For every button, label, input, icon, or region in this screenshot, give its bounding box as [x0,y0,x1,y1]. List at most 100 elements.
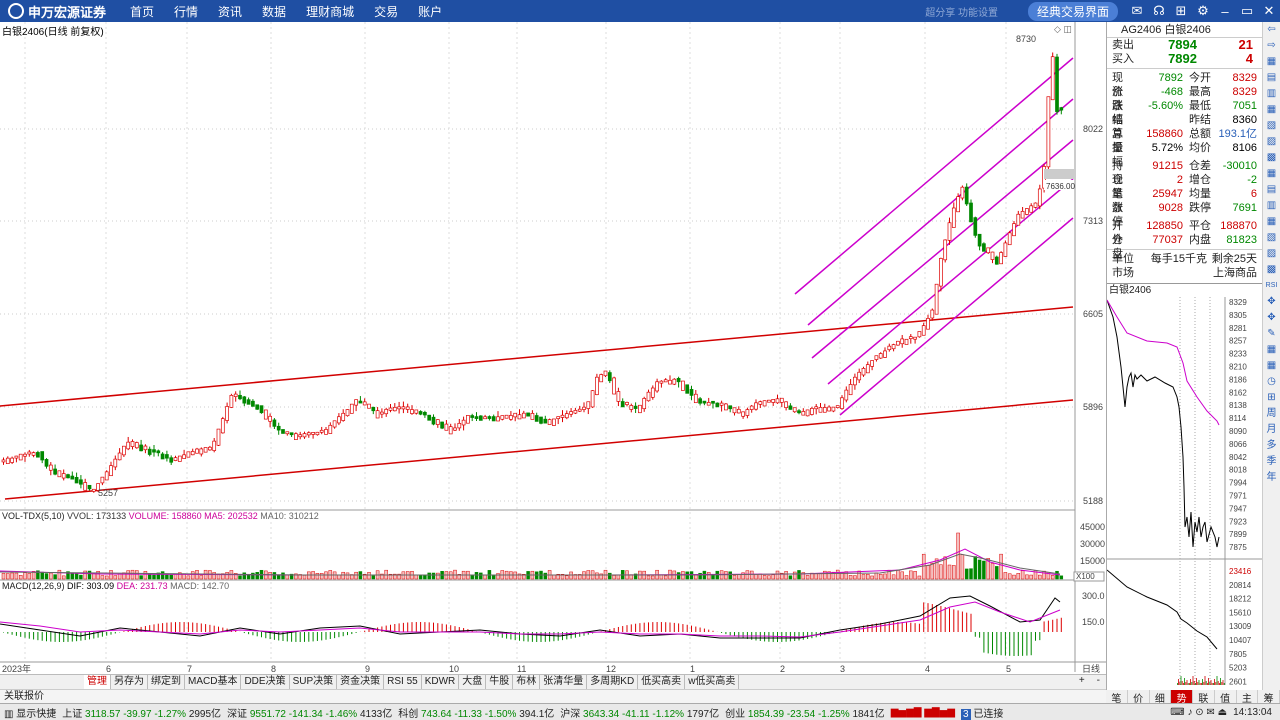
toolbar-icon-6[interactable]: ▧ [1263,118,1280,134]
minimize-icon[interactable]: – [1214,4,1236,19]
sell-row: 卖出 7894 21 [1107,38,1262,52]
toolbar-icon-15[interactable]: ▩ [1263,262,1280,278]
connection-status[interactable]: 3 已连接 [961,705,1003,720]
headset-icon[interactable]: ☊ [1148,3,1170,19]
tab-fund[interactable]: 资金决策 [337,675,385,689]
tab-macd-basic[interactable]: MACD基本 [185,675,242,689]
volume-bar [6,573,10,580]
toolbar-icon-4[interactable]: ▥ [1263,86,1280,102]
toolbar-icon-7[interactable]: ▨ [1263,134,1280,150]
tab-boll[interactable]: 布林 [513,675,541,689]
nav-trade[interactable]: 交易 [364,3,408,20]
month-9: 9 [365,664,370,674]
tab-rsi[interactable]: RSI 55 [384,675,422,689]
nav-market[interactable]: 行情 [164,3,208,20]
ptab-chou[interactable]: 筹 [1258,690,1280,705]
tab-low-buy[interactable]: 低买高卖 [638,675,686,689]
nav-home[interactable]: 首页 [120,3,164,20]
classic-trade-button[interactable]: 经典交易界面 [1027,1,1118,21]
toolbar-icon-1[interactable]: ⇨ [1263,38,1280,54]
toolbar-icon-26[interactable]: 多 [1263,438,1280,454]
tab-market[interactable]: 大盘 [459,675,487,689]
candle-body [315,431,320,436]
quote-value: 8329 [1232,72,1257,84]
toolbar-icon-16[interactable]: RSI [1263,278,1280,294]
volume-bar [646,575,651,580]
maximize-icon[interactable]: ▭ [1236,3,1258,19]
tab-manage[interactable]: 管理 [84,675,111,689]
tab-bind-to[interactable]: 绑定到 [148,675,185,689]
nav-account[interactable]: 账户 [408,3,452,20]
nav-news[interactable]: 资讯 [208,3,252,20]
close-icon[interactable]: ✕ [1258,3,1280,19]
link-quote-bar[interactable]: 关联报价 [0,689,1106,703]
index-hs[interactable]: 沪深 3643.34 -41.11 -1.12% 1797亿 [560,705,719,720]
tab-multi-kd[interactable]: 多周期KD [587,675,639,689]
nav-wealth[interactable]: 理财商城 [296,3,364,20]
toolbar-icon-5[interactable]: ▦ [1263,102,1280,118]
index-sh[interactable]: 上证 3118.57 -39.97 -1.27% 2995亿 [62,705,221,720]
toolbar-icon-14[interactable]: ▨ [1263,246,1280,262]
tab-save-as[interactable]: 另存为 [111,675,148,689]
toolbar-icon-2[interactable]: ▦ [1263,54,1280,70]
toolbar-icon-0[interactable]: ⇦ [1263,22,1280,38]
macd-indicator-name[interactable]: MACD(12,26,9) [2,581,65,591]
mini-chart-svg[interactable]: 8329 8305 8281 8257 8233 8210 8186 8162 8138 8114… [1106,297,1263,686]
tab-w-low-buy[interactable]: w低买高卖 [685,675,740,689]
toolbar-icon-20[interactable]: ▦ [1263,342,1280,358]
volume-bar [939,564,943,580]
ptab-zhi[interactable]: 值 [1215,690,1237,705]
toolbar-icon-28[interactable]: 年 [1263,470,1280,486]
toolbar-icon-13[interactable]: ▧ [1263,230,1280,246]
candle-body [534,415,539,422]
chart-svg[interactable]: 8022 7313 6605 5896 5188 45000 30000 150… [0,22,1106,674]
link-quote-label[interactable]: 关联报价 [4,691,44,702]
toolbar-icon-18[interactable]: ✥ [1263,310,1280,326]
vol-indicator-name[interactable]: VOL-TDX(5,10) [2,511,65,521]
volume-bar [160,571,165,580]
toolbar-icon-3[interactable]: ▤ [1263,70,1280,86]
period-label[interactable]: 日线 [1082,663,1100,674]
tab-bull[interactable]: 牛股 [486,675,514,689]
tab-sup[interactable]: SUP决策 [290,675,338,689]
ptab-bi[interactable]: 笔 [1106,690,1128,705]
chart-pin-icon[interactable]: ◇ ◫ [1054,24,1072,34]
index-kc[interactable]: 科创 743.64 -11.33 -1.50% 394.1亿 [398,705,554,720]
mail-icon[interactable]: ✉ [1126,3,1148,19]
chart-area[interactable]: 8022 7313 6605 5896 5188 45000 30000 150… [0,22,1106,674]
tray-icons[interactable]: ⌨ ♪ ⊙ ✉ ⏏ [1170,707,1227,718]
quote-label: 最高 [1189,86,1211,98]
ptab-shi[interactable]: 势 [1171,690,1193,705]
toolbar-icon-19[interactable]: ✎ [1263,326,1280,342]
nav-data[interactable]: 数据 [252,3,296,20]
toolbar-icon-12[interactable]: ▦ [1263,214,1280,230]
tab-dde[interactable]: DDE决策 [241,675,290,689]
index-cy[interactable]: 创业 1854.39 -23.54 -1.25% 1841亿 [725,705,885,720]
ptab-zhu[interactable]: 主 [1237,690,1259,705]
show-shortcut[interactable]: ▥ 显示快捷 [0,705,56,720]
tab-zqh[interactable]: 张清华量 [540,675,588,689]
toolbar-icon-25[interactable]: 月 [1263,422,1280,438]
ptab-lian[interactable]: 联 [1193,690,1215,705]
candle-body [70,475,75,480]
ptab-jia[interactable]: 价 [1128,690,1150,705]
grid-icon[interactable]: ⊞ [1170,3,1192,19]
toolbar-icon-22[interactable]: ◷ [1263,374,1280,390]
zoom-plus-icon[interactable]: + [1073,675,1091,689]
zoom-minus-icon[interactable]: - [1091,675,1106,689]
toolbar-icon-17[interactable]: ✥ [1263,294,1280,310]
toolbar-icon-10[interactable]: ▤ [1263,182,1280,198]
candle-body [246,399,251,405]
index-sz[interactable]: 深证 9551.72 -141.34 -1.46% 4133亿 [227,705,392,720]
toolbar-icon-8[interactable]: ▩ [1263,150,1280,166]
toolbar-icon-23[interactable]: ⊞ [1263,390,1280,406]
toolbar-icon-11[interactable]: ▥ [1263,198,1280,214]
ptab-xi[interactable]: 细 [1150,690,1172,705]
settings-icon[interactable]: ⚙ [1192,3,1214,19]
volume-bar [479,572,483,580]
toolbar-icon-27[interactable]: 季 [1263,454,1280,470]
tab-kdwr[interactable]: KDWR [422,675,460,689]
toolbar-icon-21[interactable]: ▦ [1263,358,1280,374]
toolbar-icon-24[interactable]: 周 [1263,406,1280,422]
toolbar-icon-9[interactable]: ▦ [1263,166,1280,182]
